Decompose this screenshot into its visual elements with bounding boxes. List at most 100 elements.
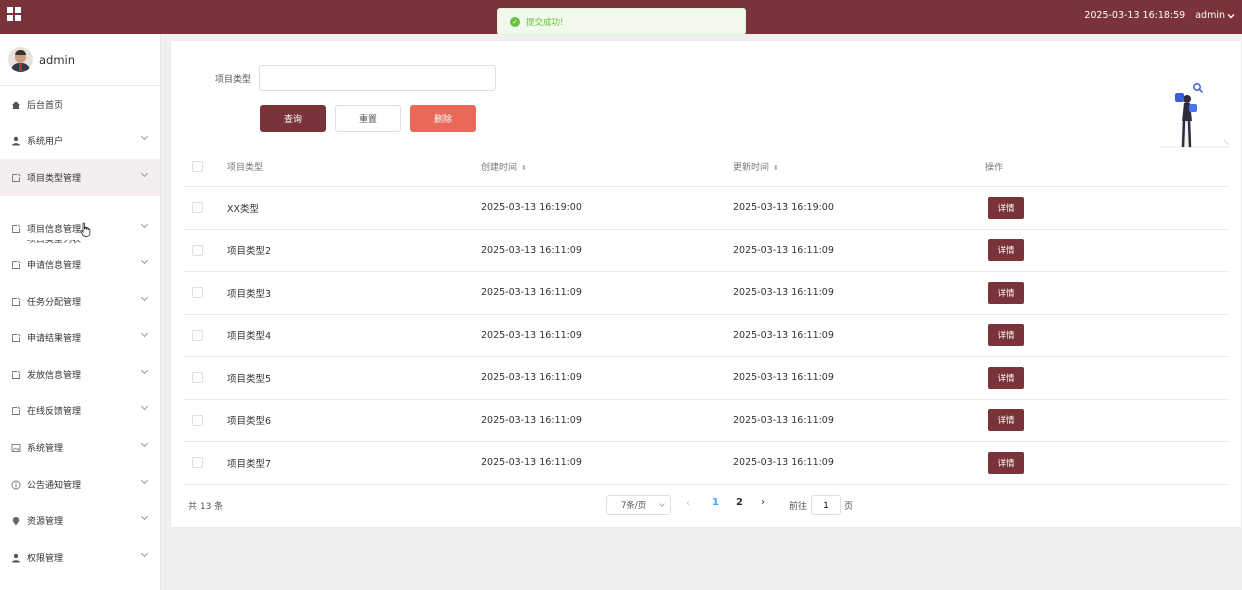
- cell-created: 2025-03-13 16:19:00: [481, 202, 582, 214]
- sidebar-item-10[interactable]: 公告通知管理: [0, 466, 160, 503]
- pagination-total: 共 13 条: [188, 502, 224, 512]
- chevron-down-icon: [140, 476, 149, 485]
- detail-button[interactable]: 详情: [988, 409, 1024, 432]
- detail-button[interactable]: 详情: [988, 281, 1024, 304]
- select-all-checkbox[interactable]: [192, 161, 203, 172]
- reset-button[interactable]: 重置: [335, 105, 401, 132]
- doc-icon: [11, 296, 21, 307]
- chevron-down-icon: [140, 512, 149, 521]
- goto-page-input[interactable]: [811, 495, 841, 515]
- row-checkbox[interactable]: [192, 372, 203, 384]
- sidebar-item-2[interactable]: 项目类型管理: [0, 159, 160, 196]
- sidebar-item-12[interactable]: 权限管理: [0, 539, 160, 576]
- cell-created: 2025-03-13 16:11:09: [481, 287, 582, 299]
- cell-created: 2025-03-13 16:11:09: [481, 244, 582, 256]
- home-icon: [11, 100, 21, 110]
- top-right-area: 2025-03-13 16:18:59 admin: [1084, 10, 1235, 21]
- prev-page-icon[interactable]: ‹: [686, 498, 690, 509]
- delete-button[interactable]: 删除: [410, 105, 476, 132]
- sidebar-item-7[interactable]: 发放信息管理: [0, 356, 160, 393]
- row-checkbox[interactable]: [192, 202, 203, 214]
- chevron-down-icon: [1227, 13, 1235, 18]
- sidebar-item-4[interactable]: 申请信息管理: [0, 246, 160, 283]
- col-header-created-label: 创建时间: [481, 163, 518, 173]
- doc-icon: [11, 223, 21, 234]
- detail-button[interactable]: 详情: [988, 196, 1024, 219]
- table-row: 项目类型3 2025-03-13 16:11:09 2025-03-13 16:11…: [184, 272, 1230, 315]
- menu-grid-icon[interactable]: [7, 7, 21, 21]
- header-datetime: 2025-03-13 16:18:59: [1084, 10, 1186, 21]
- doc-icon: [11, 369, 21, 380]
- query-button[interactable]: 查询: [260, 105, 326, 132]
- detail-button[interactable]: 详情: [988, 239, 1024, 262]
- location-icon: [11, 516, 21, 526]
- sidebar-item-8[interactable]: 在线反馈管理: [0, 392, 160, 429]
- sidebar-item-6[interactable]: 申请结果管理: [0, 319, 160, 356]
- sidebar-item-label: 任务分配管理: [27, 298, 82, 308]
- user-icon: [11, 136, 21, 146]
- sidebar-item-label: 申请结果管理: [27, 334, 82, 344]
- chevron-down-icon: [140, 549, 149, 558]
- page-size-select[interactable]: 7条/页: [606, 495, 671, 515]
- page-number-2[interactable]: 2: [736, 497, 743, 508]
- row-checkbox[interactable]: [192, 287, 203, 299]
- cell-updated: 2025-03-13 16:11:09: [733, 287, 834, 299]
- detail-button[interactable]: 详情: [988, 451, 1024, 474]
- cell-type: XX类型: [227, 203, 260, 215]
- sidebar-item-5[interactable]: 任务分配管理: [0, 283, 160, 320]
- cell-type: 项目类型3: [227, 288, 272, 300]
- sidebar-subitem-cut[interactable]: 项目类型列表: [27, 240, 81, 244]
- cell-type: 项目类型4: [227, 331, 272, 343]
- doc-icon: [11, 259, 21, 270]
- main-content: 项目类型 查询 重置 删除 项目类型 创建时间 ⬍ 更新时间 ⬍ 操作 XX类型 20…: [170, 40, 1242, 528]
- user-menu[interactable]: admin: [1195, 10, 1235, 21]
- cell-updated: 2025-03-13 16:11:09: [733, 457, 834, 469]
- sort-icon[interactable]: ⬍: [773, 164, 779, 172]
- sidebar-item-0[interactable]: 后台首页: [0, 86, 160, 123]
- col-header-op: 操作: [985, 163, 1004, 173]
- row-checkbox[interactable]: [192, 244, 203, 256]
- page-number-1[interactable]: 1: [712, 497, 719, 508]
- chevron-down-icon: [140, 293, 149, 302]
- chevron-down-icon: [140, 169, 149, 178]
- table-header: 项目类型 创建时间 ⬍ 更新时间 ⬍ 操作: [184, 147, 1230, 187]
- cell-updated: 2025-03-13 16:19:00: [733, 202, 834, 214]
- cell-updated: 2025-03-13 16:11:09: [733, 329, 834, 341]
- detail-button[interactable]: 详情: [988, 366, 1024, 389]
- row-checkbox[interactable]: [192, 329, 203, 341]
- chevron-down-icon: [140, 439, 149, 448]
- goto-label: 前往: [789, 502, 808, 512]
- next-page-icon[interactable]: ›: [761, 497, 765, 508]
- sidebar-item-11[interactable]: 资源管理: [0, 502, 160, 539]
- check-circle-icon: ✓: [510, 16, 520, 27]
- sidebar-item-label: 系统用户: [27, 137, 64, 147]
- sidebar-item-label: 在线反馈管理: [27, 407, 82, 417]
- sidebar-item-label: 公告通知管理: [27, 481, 82, 491]
- sidebar-user: admin: [0, 34, 160, 86]
- sidebar-username: admin: [39, 52, 76, 67]
- cell-created: 2025-03-13 16:11:09: [481, 329, 582, 341]
- col-header-created[interactable]: 创建时间 ⬍: [481, 160, 733, 173]
- page-size-value: 7条/页: [621, 501, 647, 511]
- sidebar-item-label: 发放信息管理: [27, 371, 82, 381]
- row-checkbox[interactable]: [192, 457, 203, 469]
- sidebar-item-1[interactable]: 系统用户: [0, 122, 160, 159]
- project-type-search-input[interactable]: [259, 65, 496, 91]
- chevron-down-icon: [140, 329, 149, 338]
- toast-message: 提交成功!: [526, 17, 564, 28]
- row-checkbox[interactable]: [192, 414, 203, 426]
- image-icon: [11, 443, 21, 453]
- doc-icon: [11, 405, 21, 416]
- sidebar-item-9[interactable]: 系统管理: [0, 429, 160, 466]
- detail-button[interactable]: 详情: [988, 324, 1024, 347]
- chevron-down-icon: [140, 132, 149, 141]
- col-header-updated[interactable]: 更新时间 ⬍: [733, 160, 985, 173]
- sort-icon[interactable]: ⬍: [521, 164, 527, 172]
- chevron-down-icon: [140, 366, 149, 375]
- chevron-down-icon: [659, 501, 665, 507]
- sidebar: admin 后台首页 系统用户 项目类型管理 项目信息管理 申请信息管理 任务分配管理 申请…: [0, 34, 161, 590]
- table-row: 项目类型7 2025-03-13 16:11:09 2025-03-13 16:11…: [184, 442, 1230, 485]
- sidebar-item-label: 后台首页: [27, 101, 64, 111]
- goto-suffix: 页: [844, 502, 854, 512]
- table-row: 项目类型4 2025-03-13 16:11:09 2025-03-13 16:11…: [184, 315, 1230, 357]
